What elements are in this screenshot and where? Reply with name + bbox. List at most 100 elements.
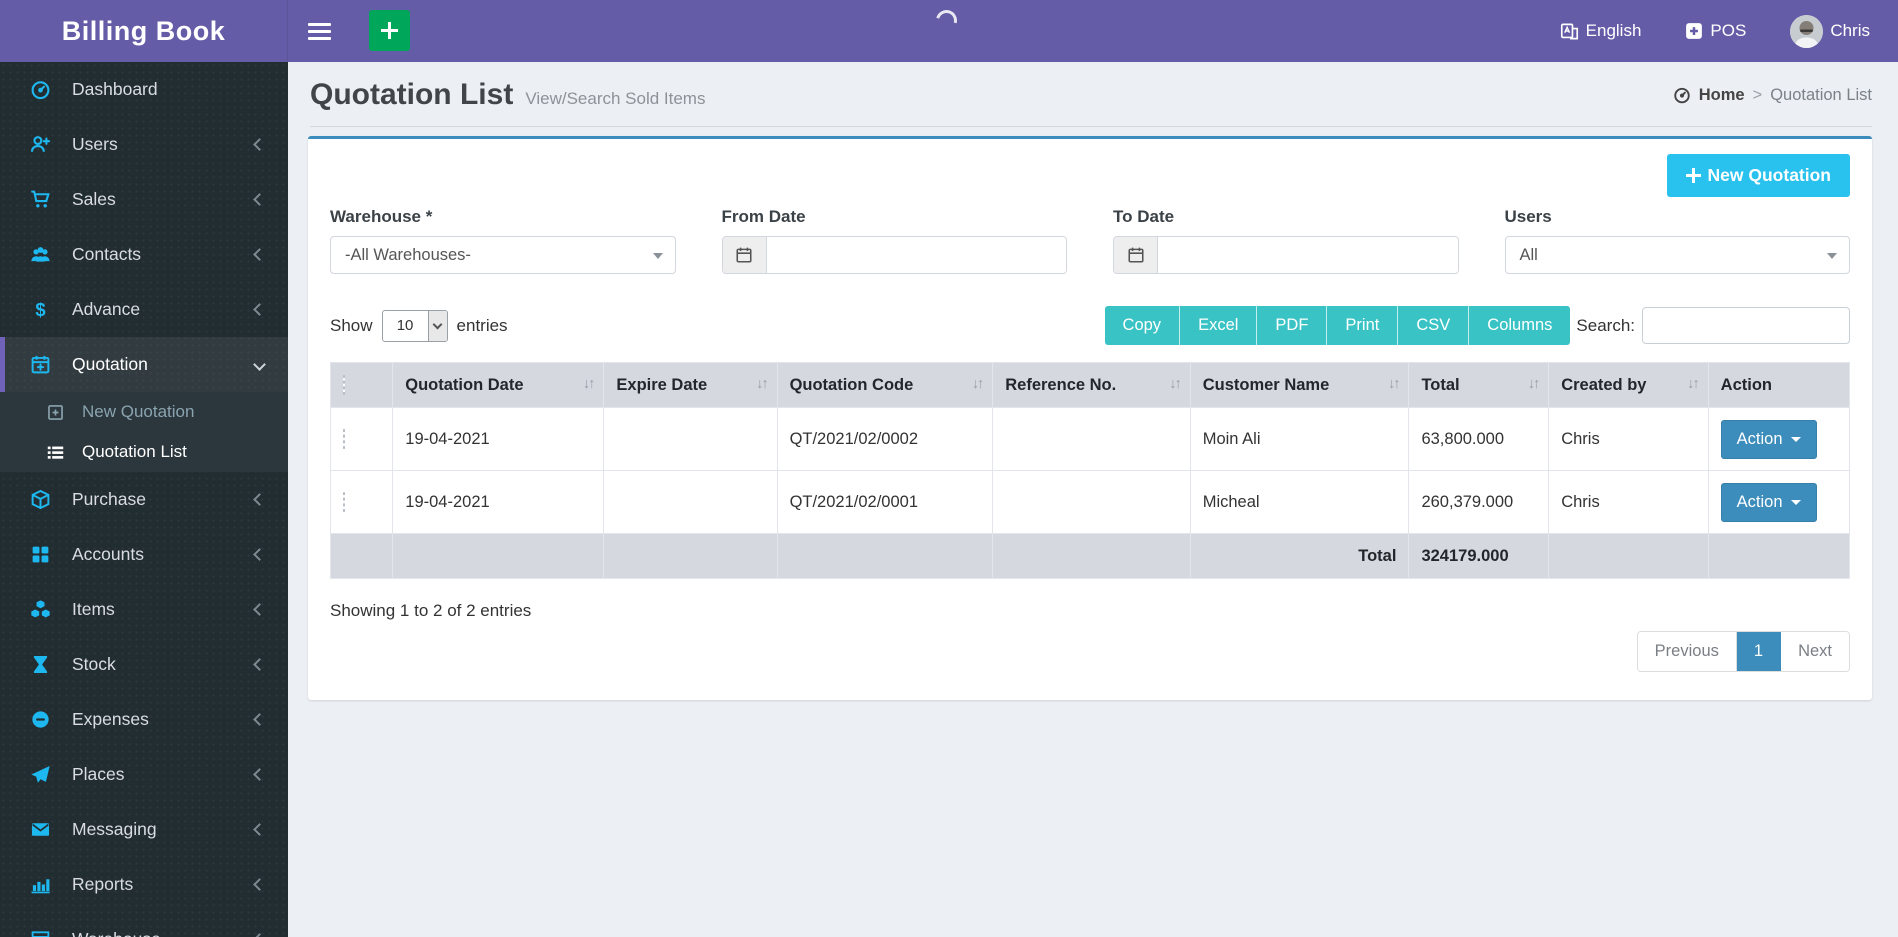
quotation-submenu: New Quotation Quotation List: [0, 392, 288, 472]
sidebar-item-contacts[interactable]: Contacts: [0, 227, 288, 282]
caret-down-icon: [427, 310, 447, 341]
sidebar-item-warehouse[interactable]: Warehouse: [0, 912, 288, 937]
cube-icon: [30, 489, 56, 510]
select-all-checkbox[interactable]: [343, 374, 345, 395]
breadcrumb: Home > Quotation List: [1673, 86, 1872, 105]
username-label: Chris: [1830, 21, 1870, 40]
list-icon: [46, 443, 70, 462]
excel-button[interactable]: Excel: [1180, 306, 1258, 345]
language-label: English: [1585, 21, 1642, 40]
sidebar-item-dashboard[interactable]: Dashboard: [0, 62, 288, 117]
calendar-icon: [1114, 237, 1158, 273]
cubes-icon: [30, 599, 56, 620]
col-created-by[interactable]: Created by ↓↑: [1548, 362, 1709, 408]
col-quotation-code[interactable]: Quotation Code ↓↑: [776, 362, 994, 408]
copy-button[interactable]: Copy: [1104, 306, 1181, 345]
col-action: Action: [1707, 362, 1851, 408]
page-1-button[interactable]: 1: [1736, 632, 1782, 671]
users-label: Users: [1504, 207, 1552, 226]
sidebar-toggle-button[interactable]: [288, 0, 351, 62]
next-page-button[interactable]: Next: [1781, 632, 1849, 671]
caret-down-icon: [1827, 253, 1837, 259]
col-reference-no[interactable]: Reference No. ↓↑: [992, 362, 1191, 408]
sidebar-item-stock[interactable]: Stock: [0, 637, 288, 692]
previous-page-button[interactable]: Previous: [1637, 632, 1737, 671]
sidebar-item-label: Reports: [72, 874, 134, 894]
pos-menu[interactable]: POS: [1685, 21, 1746, 41]
dashboard-icon: [30, 79, 56, 100]
sidebar-item-users[interactable]: Users: [0, 117, 288, 172]
entries-summary: Showing 1 to 2 of 2 entries: [330, 601, 532, 620]
sidebar-item-messaging[interactable]: Messaging: [0, 802, 288, 857]
pagination: Previous 1 Next: [1636, 631, 1850, 672]
sidebar-item-label: Sales: [72, 189, 116, 209]
users-group-icon: [30, 244, 56, 265]
new-quotation-button[interactable]: New Quotation: [1666, 154, 1850, 197]
csv-button[interactable]: CSV: [1398, 306, 1470, 345]
quotation-table: Quotation Date ↓↑ Expire Date ↓↑ Quotation…: [329, 362, 1851, 579]
page-length-select[interactable]: 10: [381, 309, 448, 342]
quick-add-button[interactable]: [369, 10, 410, 51]
table-row: 19-04-2021 QT/2021/02/0002 Moin Ali 63,8…: [329, 407, 1851, 471]
caret-down-icon: [652, 253, 663, 259]
col-total[interactable]: Total ↓↑: [1408, 362, 1550, 408]
home-icon: [1673, 86, 1691, 104]
pdf-button[interactable]: PDF: [1257, 306, 1328, 345]
sort-icon: ↓↑: [582, 376, 595, 392]
sort-icon: ↓↑: [756, 376, 768, 392]
col-expire-date[interactable]: Expire Date ↓↑: [603, 362, 778, 408]
chevron-left-icon: [253, 933, 266, 937]
show-label: Show: [330, 315, 373, 335]
sidebar-item-sales[interactable]: Sales: [0, 172, 288, 227]
entries-label: entries: [456, 315, 508, 335]
grid-icon: [30, 544, 56, 565]
to-date-input[interactable]: [1158, 237, 1458, 273]
sidebar-item-quotation[interactable]: Quotation: [0, 337, 288, 392]
sidebar-item-accounts[interactable]: Accounts: [0, 527, 288, 582]
from-date-input[interactable]: [766, 237, 1066, 273]
col-quotation-date[interactable]: Quotation Date ↓↑: [392, 362, 605, 408]
sidebar-item-places[interactable]: Places: [0, 747, 288, 802]
user-menu[interactable]: Chris: [1790, 14, 1870, 48]
sidebar-item-reports[interactable]: Reports: [0, 857, 288, 912]
chevron-left-icon: [253, 303, 266, 316]
sidebar-item-new-quotation[interactable]: New Quotation: [0, 392, 288, 432]
chevron-left-icon: [253, 248, 266, 261]
warehouse-label: Warehouse *: [330, 207, 433, 226]
row-checkbox[interactable]: [343, 491, 345, 512]
sidebar-item-advance[interactable]: $ Advance: [0, 282, 288, 337]
sidebar-item-expenses[interactable]: Expenses: [0, 692, 288, 747]
sort-icon: ↓↑: [1687, 376, 1699, 392]
cell-total: 63,800.000: [1408, 407, 1550, 471]
shopping-cart-icon: [30, 189, 56, 210]
search-input[interactable]: [1642, 307, 1850, 344]
to-date-label: To Date: [1113, 207, 1175, 226]
export-button-group: Copy Excel PDF Print CSV Columns: [1104, 306, 1571, 345]
warehouse-select[interactable]: -All Warehouses-: [330, 236, 676, 274]
users-select[interactable]: All: [1504, 236, 1850, 274]
cell-reference-no: [992, 407, 1191, 471]
breadcrumb-home-link[interactable]: Home: [1699, 86, 1745, 105]
cell-quotation-code: QT/2021/02/0001: [776, 470, 994, 534]
columns-button[interactable]: Columns: [1469, 306, 1571, 345]
row-action-button[interactable]: Action: [1720, 482, 1817, 522]
search-label: Search:: [1576, 315, 1635, 335]
cell-quotation-date: 19-04-2021: [392, 470, 605, 534]
sidebar-item-label: Contacts: [72, 244, 142, 264]
sidebar-item-label: Dashboard: [72, 79, 158, 99]
select-all-header[interactable]: [329, 362, 394, 408]
row-action-button[interactable]: Action: [1720, 419, 1817, 459]
col-customer-name[interactable]: Customer Name ↓↑: [1189, 362, 1410, 408]
app-logo[interactable]: Billing Book: [0, 0, 288, 62]
footer-total-value: 324179.000: [1408, 533, 1550, 579]
sidebar-item-purchase[interactable]: Purchase: [0, 472, 288, 527]
row-checkbox[interactable]: [343, 428, 345, 449]
print-button[interactable]: Print: [1327, 306, 1399, 345]
sidebar-item-quotation-list[interactable]: Quotation List: [0, 432, 288, 472]
sidebar-item-items[interactable]: Items: [0, 582, 288, 637]
breadcrumb-separator: >: [1752, 85, 1763, 104]
svg-text:$: $: [35, 299, 45, 320]
sidebar-item-label: New Quotation: [82, 402, 195, 421]
language-menu[interactable]: English: [1560, 21, 1642, 41]
sidebar-item-label: Expenses: [72, 709, 149, 729]
